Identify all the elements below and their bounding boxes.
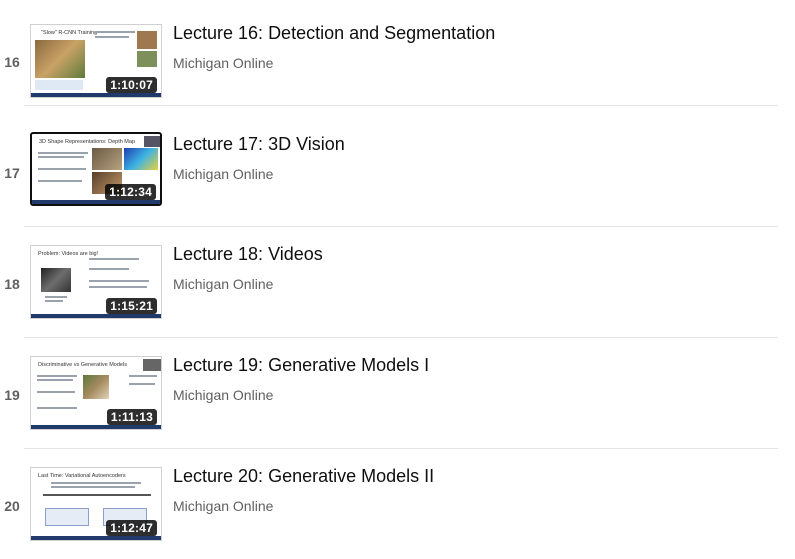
slide-text <box>37 391 75 393</box>
slide-text <box>51 482 141 484</box>
duration-badge: 1:12:47 <box>106 520 157 536</box>
slide-text <box>89 268 129 270</box>
slide-text <box>129 383 155 385</box>
slide-footer <box>31 314 161 318</box>
slide-title: 3D Shape Representations: Depth Map <box>39 139 136 145</box>
slide-image <box>143 359 161 371</box>
slide-title: "Slow" R-CNN Training <box>41 30 98 36</box>
divider <box>24 448 778 449</box>
slide-image <box>41 268 71 292</box>
slide-title: Problem: Videos are big! <box>38 251 99 257</box>
slide-footer <box>31 536 161 540</box>
duration-badge: 1:12:34 <box>105 184 156 200</box>
playlist-item[interactable]: 19 Discriminative vs Generative Models 1… <box>0 337 778 448</box>
channel-name[interactable]: Michigan Online <box>173 166 273 182</box>
slide-text <box>89 258 139 260</box>
slide-text <box>51 486 135 488</box>
slide-image <box>35 80 83 90</box>
item-index: 20 <box>4 498 20 514</box>
video-title[interactable]: Lecture 18: Videos <box>173 244 323 265</box>
divider <box>24 337 778 338</box>
playlist: 16 "Slow" R-CNN Training 1:10:07 Lecture… <box>0 0 778 549</box>
slide-text <box>45 296 67 298</box>
duration-badge: 1:15:21 <box>106 298 157 314</box>
item-index: 16 <box>4 54 20 70</box>
slide-text <box>37 375 77 377</box>
slide-title: Discriminative vs Generative Models <box>38 362 127 368</box>
slide-image <box>124 148 158 170</box>
slide-footer <box>31 93 161 97</box>
slide-image <box>83 375 109 399</box>
slide-image <box>45 508 89 526</box>
slide-text <box>37 407 77 409</box>
slide-text <box>45 300 63 302</box>
slide-image <box>144 136 160 147</box>
duration-badge: 1:10:07 <box>106 77 157 93</box>
slide-text <box>38 180 82 182</box>
slide-image <box>137 31 157 49</box>
slide-text <box>37 379 73 381</box>
video-title[interactable]: Lecture 16: Detection and Segmentation <box>173 23 495 44</box>
video-title[interactable]: Lecture 19: Generative Models I <box>173 355 429 376</box>
playlist-item[interactable]: 17 3D Shape Representations: Depth Map 1… <box>0 105 778 216</box>
slide-text <box>43 494 151 496</box>
slide-image <box>92 148 122 170</box>
playlist-item[interactable]: 18 Problem: Videos are big! 1:15:21 Lect… <box>0 226 778 337</box>
slide-text <box>95 31 135 33</box>
item-index: 17 <box>4 165 20 181</box>
slide-title: Last Time: Variational Autoencoders <box>38 473 126 479</box>
item-index: 19 <box>4 387 20 403</box>
slide-text <box>89 286 147 288</box>
scrollbar[interactable] <box>778 0 795 549</box>
slide-text <box>89 280 149 282</box>
slide-footer <box>32 200 160 204</box>
slide-text <box>38 168 86 170</box>
item-index: 18 <box>4 276 20 292</box>
channel-name[interactable]: Michigan Online <box>173 55 273 71</box>
channel-name[interactable]: Michigan Online <box>173 276 273 292</box>
video-thumbnail[interactable]: Discriminative vs Generative Models 1:11… <box>30 356 162 430</box>
channel-name[interactable]: Michigan Online <box>173 387 273 403</box>
slide-image <box>35 40 85 78</box>
video-title[interactable]: Lecture 20: Generative Models II <box>173 466 434 487</box>
video-thumbnail[interactable]: Problem: Videos are big! 1:15:21 <box>30 245 162 319</box>
divider <box>24 105 778 106</box>
playlist-item[interactable]: 20 Last Time: Variational Autoencoders 1… <box>0 448 778 559</box>
video-thumbnail[interactable]: "Slow" R-CNN Training 1:10:07 <box>30 24 162 98</box>
slide-footer <box>31 425 161 429</box>
video-title[interactable]: Lecture 17: 3D Vision <box>173 134 345 155</box>
duration-badge: 1:11:13 <box>106 409 157 425</box>
slide-text <box>38 152 88 154</box>
slide-text <box>38 156 84 158</box>
slide-image <box>137 51 157 67</box>
slide-text <box>95 36 129 38</box>
divider <box>24 226 778 227</box>
channel-name[interactable]: Michigan Online <box>173 498 273 514</box>
video-thumbnail[interactable]: Last Time: Variational Autoencoders 1:12… <box>30 467 162 541</box>
video-thumbnail[interactable]: 3D Shape Representations: Depth Map 1:12… <box>30 132 162 206</box>
slide-text <box>129 375 157 377</box>
playlist-item[interactable]: 16 "Slow" R-CNN Training 1:10:07 Lecture… <box>0 0 778 105</box>
